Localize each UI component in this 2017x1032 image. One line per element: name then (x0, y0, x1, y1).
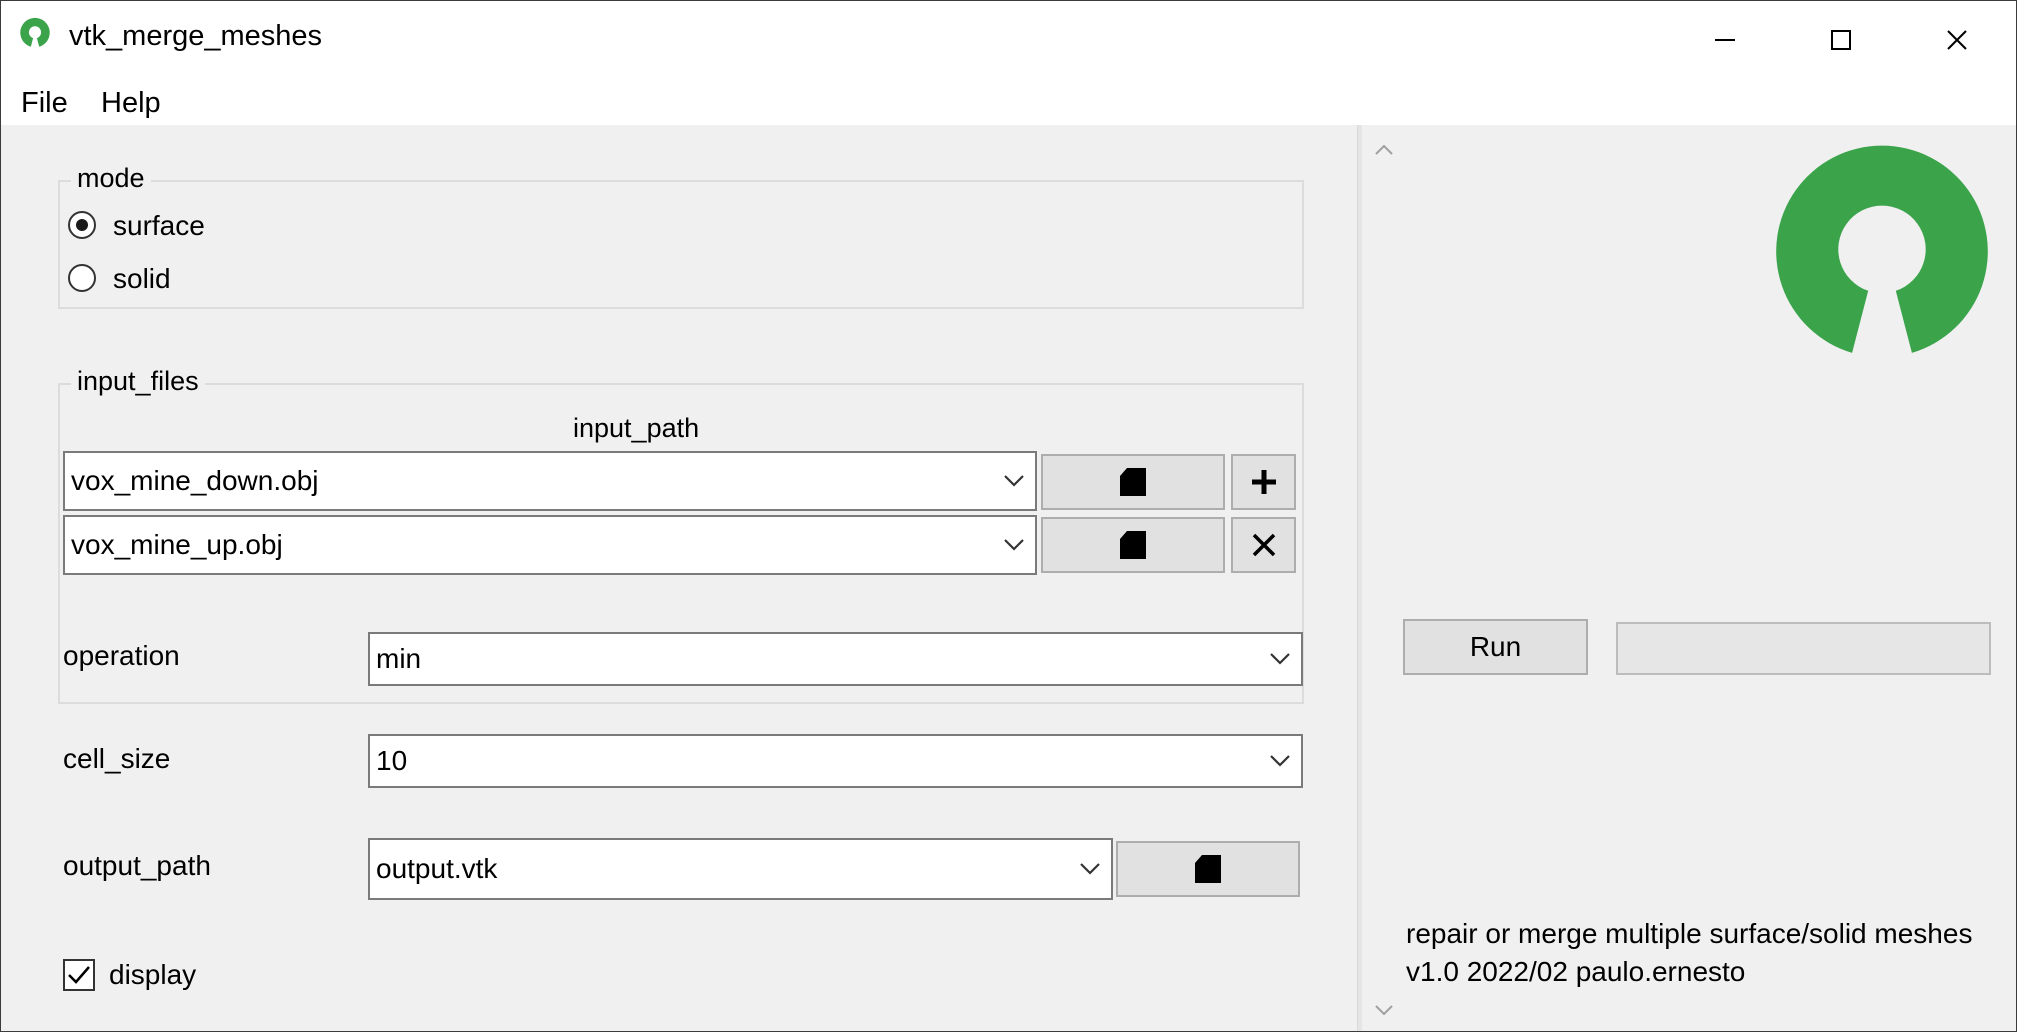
version-text: v1.0 2022/02 paulo.ernesto (1406, 956, 1746, 987)
scroll-down-icon[interactable] (1373, 1003, 1395, 1017)
client-area: mode surface solid input_files input_pat… (1, 125, 2016, 1031)
input-path-combo-2[interactable]: vox_mine_up.obj (63, 515, 1037, 575)
file-icon (1120, 531, 1146, 559)
window-title: vtk_merge_meshes (69, 20, 323, 52)
right-pane: Run repair or merge multiple surface/sol… (1361, 125, 2016, 1031)
radio-selected-dot (76, 219, 88, 231)
open-source-logo-icon (20, 17, 50, 47)
file-icon (1120, 468, 1146, 496)
radio-solid[interactable] (68, 264, 96, 292)
cell-size-label: cell_size (63, 743, 171, 774)
progress-bar (1616, 622, 1991, 675)
operation-select[interactable]: min (368, 632, 1303, 686)
title-bar: vtk_merge_meshes (1, 1, 2016, 79)
close-icon (1947, 30, 1967, 50)
run-button[interactable]: Run (1403, 619, 1588, 675)
input-path-combo-1[interactable]: vox_mine_down.obj (63, 451, 1037, 511)
cell-size-select[interactable]: 10 (368, 734, 1303, 788)
chevron-down-icon (1080, 863, 1100, 875)
menu-bar: File Help (1, 79, 2016, 125)
browse-button-2[interactable] (1041, 517, 1225, 573)
output-browse-button[interactable] (1116, 841, 1300, 897)
menu-file[interactable]: File (21, 87, 68, 120)
app-window: vtk_merge_meshes File Help mode surface … (0, 0, 2017, 1032)
open-source-logo-icon (1776, 145, 1988, 353)
file-icon (1195, 855, 1221, 883)
remove-row-button[interactable] (1231, 517, 1296, 573)
minimize-icon (1715, 39, 1735, 41)
checkmark-icon (68, 966, 90, 984)
menu-help[interactable]: Help (101, 87, 161, 120)
display-label: display (109, 959, 197, 990)
close-icon (1252, 533, 1275, 557)
browse-button-1[interactable] (1041, 454, 1225, 510)
mode-group-title: mode (71, 163, 151, 194)
description-text: repair or merge multiple surface/solid m… (1406, 918, 1973, 949)
plus-icon (1251, 470, 1276, 494)
maximize-icon (1831, 30, 1851, 50)
input-files-group-title: input_files (71, 366, 205, 397)
radio-surface-label: surface (113, 210, 205, 241)
input-path-header: input_path (573, 413, 700, 443)
display-checkbox[interactable] (63, 959, 95, 991)
form-pane: mode surface solid input_files input_pat… (1, 125, 1357, 1031)
maximize-button[interactable] (1783, 1, 1899, 79)
input-path-value-1: vox_mine_down.obj (71, 465, 319, 496)
operation-value: min (376, 643, 422, 674)
radio-surface[interactable] (68, 211, 96, 239)
radio-solid-label: solid (113, 263, 171, 294)
close-button[interactable] (1899, 1, 2015, 79)
minimize-button[interactable] (1667, 1, 1783, 79)
cell-size-value: 10 (376, 745, 408, 776)
chevron-down-icon (1004, 539, 1024, 551)
chevron-down-icon (1004, 475, 1024, 487)
scroll-up-icon[interactable] (1373, 143, 1395, 157)
mode-group (58, 180, 1304, 309)
input-path-value-2: vox_mine_up.obj (71, 529, 283, 560)
add-row-button[interactable] (1231, 454, 1296, 510)
operation-label: operation (63, 640, 180, 671)
chevron-down-icon (1270, 653, 1290, 665)
chevron-down-icon (1270, 755, 1290, 767)
output-path-value: output.vtk (376, 853, 498, 884)
output-path-combo[interactable]: output.vtk (368, 838, 1113, 900)
output-path-label: output_path (63, 850, 211, 881)
